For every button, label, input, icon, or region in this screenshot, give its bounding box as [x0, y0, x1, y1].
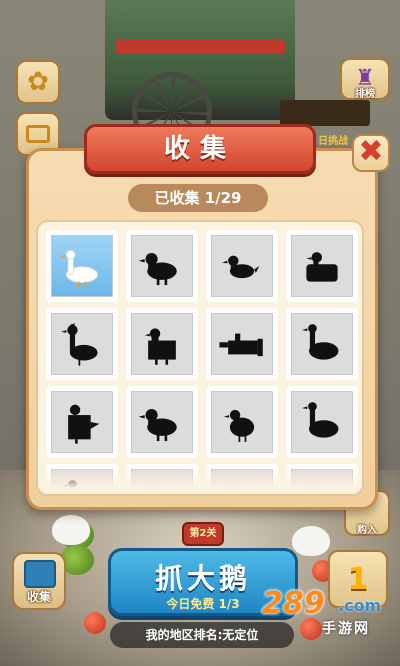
settings-button[interactable]: ✿	[16, 60, 60, 104]
duck-silhouette-icon	[138, 253, 177, 286]
collection-stamp[interactable]	[206, 386, 278, 458]
collection-label: 收集	[26, 590, 51, 604]
stamp-frame	[131, 313, 193, 375]
card-icon	[26, 125, 50, 143]
stamp-frame	[131, 391, 193, 453]
duck-silhouette-icon	[138, 409, 177, 442]
gear-icon: ✿	[27, 67, 49, 97]
round-duck-silhouette-icon	[223, 409, 255, 442]
collection-stamp[interactable]	[46, 230, 118, 302]
collection-grid	[46, 230, 358, 494]
block-duck-silhouette-icon	[68, 404, 100, 444]
crested-goose-silhouette-icon	[61, 323, 98, 366]
stamp-frame	[51, 313, 113, 375]
watermark-cn: 手游网	[322, 621, 370, 637]
site-watermark: 289 .com 手游网	[262, 586, 392, 637]
small-duck-silhouette-icon	[222, 255, 260, 279]
stamp-frame	[291, 313, 353, 375]
collection-stamp[interactable]	[46, 386, 118, 458]
cart-roof	[115, 40, 285, 54]
box-goose-silhouette-icon	[219, 333, 263, 357]
collection-stamp[interactable]	[286, 308, 358, 380]
goose-icon	[60, 249, 99, 287]
stamp-frame	[51, 235, 113, 297]
tomato-icon	[84, 612, 106, 634]
goose-icon	[292, 526, 330, 556]
goose-silhouette-icon	[302, 402, 339, 438]
collection-stamp[interactable]	[126, 386, 198, 458]
ranking-label: 排榜	[355, 89, 375, 100]
goose-icon	[52, 515, 90, 545]
modal-title: 收集	[163, 134, 236, 164]
collection-stamp[interactable]	[206, 308, 278, 380]
level-tag: 第2关	[182, 522, 224, 546]
collection-stamp[interactable]	[286, 230, 358, 302]
ranking-button[interactable]: ♜ 排榜	[340, 58, 390, 100]
collection-button[interactable]: 收集	[12, 552, 66, 610]
modal-title-banner: 收集	[84, 124, 316, 174]
watermark-com: .com	[338, 596, 382, 615]
collection-stamp[interactable]	[126, 308, 198, 380]
stamp-frame	[51, 391, 113, 453]
collection-stamp[interactable]	[286, 386, 358, 458]
collection-stamp[interactable]	[126, 230, 198, 302]
stamp-frame	[211, 391, 273, 453]
buy-label: 购入	[357, 525, 377, 536]
square-duck-silhouette-icon	[144, 328, 176, 365]
watermark-number: 289	[262, 586, 325, 621]
stamp-frame	[211, 235, 273, 297]
stamp-frame	[291, 391, 353, 453]
stamp-frame	[291, 235, 353, 297]
collection-stamp[interactable]	[206, 230, 278, 302]
book-icon	[24, 560, 56, 588]
close-button[interactable]: ✖	[352, 134, 390, 172]
scroll-fade	[38, 466, 362, 494]
collected-count: 已收集 1/29	[128, 184, 268, 212]
collection-grid-panel[interactable]	[36, 220, 364, 496]
stamp-frame	[131, 235, 193, 297]
collection-stamp[interactable]	[46, 308, 118, 380]
goose-silhouette-icon	[302, 324, 339, 360]
challenge-plate	[280, 100, 370, 126]
boxed-duck-silhouette-icon	[306, 252, 338, 282]
close-icon: ✖	[358, 134, 384, 169]
stamp-frame	[211, 313, 273, 375]
